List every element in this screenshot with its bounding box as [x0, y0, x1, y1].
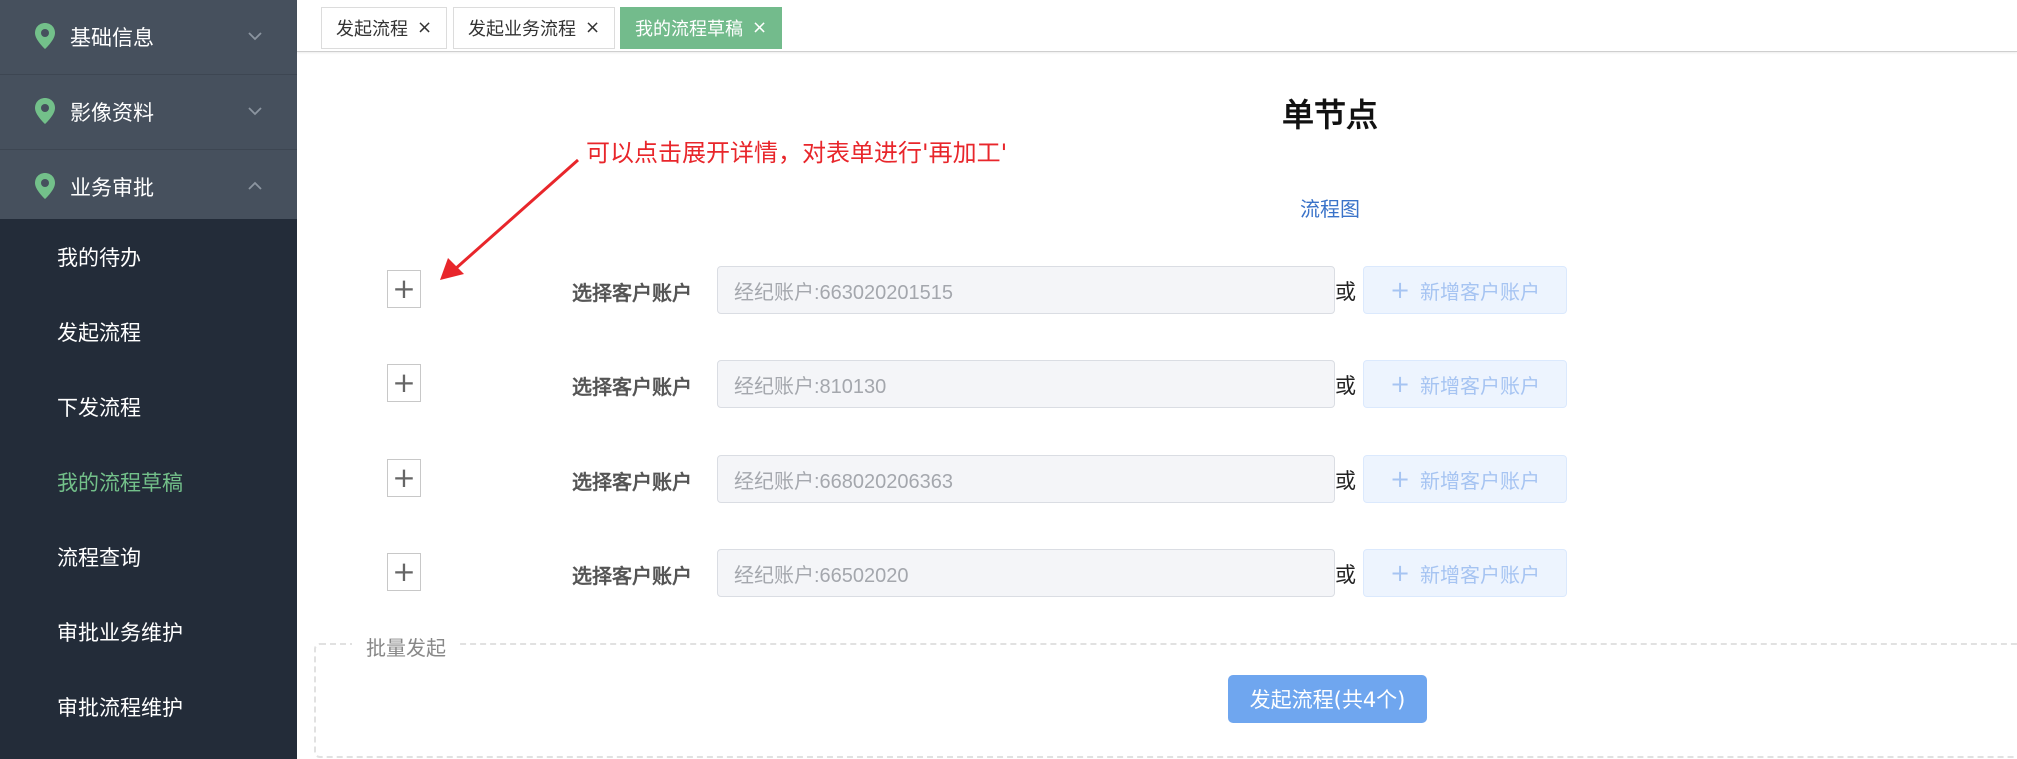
batch-legend: 批量发起	[352, 632, 460, 661]
expand-plus-icon[interactable]: +	[387, 270, 421, 308]
start-flow-button[interactable]: 发起流程(共4个)	[1228, 675, 1427, 723]
chevron-up-icon	[248, 181, 262, 190]
add-account-label: 新增客户账户	[1420, 468, 1541, 493]
annotation-text: 可以点击展开详情，对表单进行'再加工'	[586, 139, 1008, 167]
sidebar-group-label: 基础信息	[70, 26, 154, 50]
account-row: + 选择客户账户 经纪账户:668020206363 或 + 新增客户账户	[0, 455, 2017, 503]
account-select-input[interactable]: 经纪账户:668020206363	[717, 455, 1335, 503]
location-pin-icon	[35, 23, 55, 49]
account-select-input[interactable]: 经纪账户:663020201515	[717, 266, 1335, 314]
sidebar-group-business-approval[interactable]: 业务审批	[0, 150, 297, 225]
sidebar-group-label: 影像资料	[70, 101, 154, 125]
or-text: 或	[1335, 374, 1356, 398]
expand-plus-icon[interactable]: +	[387, 364, 421, 402]
tab-label: 发起业务流程	[468, 19, 576, 40]
sidebar-item-approval-flow-maintenance[interactable]: 审批流程维护	[0, 669, 297, 744]
location-pin-icon	[35, 98, 55, 124]
or-text: 或	[1335, 469, 1356, 493]
page-title: 单节点	[1281, 96, 1378, 134]
row-label: 选择客户账户	[572, 281, 692, 305]
account-select-input[interactable]: 经纪账户:66502020	[717, 549, 1335, 597]
annotation-arrow	[440, 158, 579, 280]
add-account-button[interactable]: + 新增客户账户	[1363, 549, 1567, 597]
location-pin-icon	[35, 173, 55, 199]
account-select-input[interactable]: 经纪账户:810130	[717, 360, 1335, 408]
sidebar-group-basic-info[interactable]: 基础信息	[0, 0, 297, 75]
add-account-button[interactable]: + 新增客户账户	[1363, 266, 1567, 314]
close-icon[interactable]: ×	[752, 19, 767, 37]
tab-label: 发起流程	[336, 19, 408, 40]
or-text: 或	[1335, 563, 1356, 587]
row-label: 选择客户账户	[572, 564, 692, 588]
tab-start-flow[interactable]: 发起流程 ×	[321, 7, 448, 49]
sidebar-group-image-data[interactable]: 影像资料	[0, 75, 297, 150]
or-text: 或	[1335, 280, 1356, 304]
chevron-down-icon	[248, 107, 262, 116]
close-icon[interactable]: ×	[585, 19, 600, 37]
flow-chart-link[interactable]: 流程图	[1300, 193, 1360, 222]
tab-start-business-flow[interactable]: 发起业务流程 ×	[453, 7, 616, 49]
chevron-down-icon	[248, 32, 262, 41]
tab-my-drafts[interactable]: 我的流程草稿 ×	[620, 7, 783, 49]
expand-plus-icon[interactable]: +	[387, 553, 421, 591]
plus-icon: +	[1389, 465, 1411, 493]
account-row: + 选择客户账户 经纪账户:663020201515 或 + 新增客户账户	[0, 266, 2017, 314]
plus-icon: +	[1389, 276, 1411, 304]
add-account-label: 新增客户账户	[1420, 373, 1541, 398]
add-account-button[interactable]: + 新增客户账户	[1363, 455, 1567, 503]
tab-label: 我的流程草稿	[635, 19, 743, 40]
add-account-label: 新增客户账户	[1420, 279, 1541, 304]
account-row: + 选择客户账户 经纪账户:66502020 或 + 新增客户账户	[0, 549, 2017, 597]
add-account-label: 新增客户账户	[1420, 562, 1541, 587]
account-row: + 选择客户账户 经纪账户:810130 或 + 新增客户账户	[0, 360, 2017, 408]
close-icon[interactable]: ×	[417, 19, 432, 37]
row-label: 选择客户账户	[572, 375, 692, 399]
add-account-button[interactable]: + 新增客户账户	[1363, 360, 1567, 408]
sidebar-group-label: 业务审批	[70, 176, 154, 200]
plus-icon: +	[1389, 370, 1411, 398]
sidebar-item-approval-business-maintenance[interactable]: 审批业务维护	[0, 594, 297, 669]
row-label: 选择客户账户	[572, 470, 692, 494]
tab-bar: 发起流程 × 发起业务流程 × 我的流程草稿 ×	[297, 0, 2017, 52]
expand-plus-icon[interactable]: +	[387, 459, 421, 497]
batch-fieldset	[314, 643, 2017, 758]
plus-icon: +	[1389, 559, 1411, 587]
